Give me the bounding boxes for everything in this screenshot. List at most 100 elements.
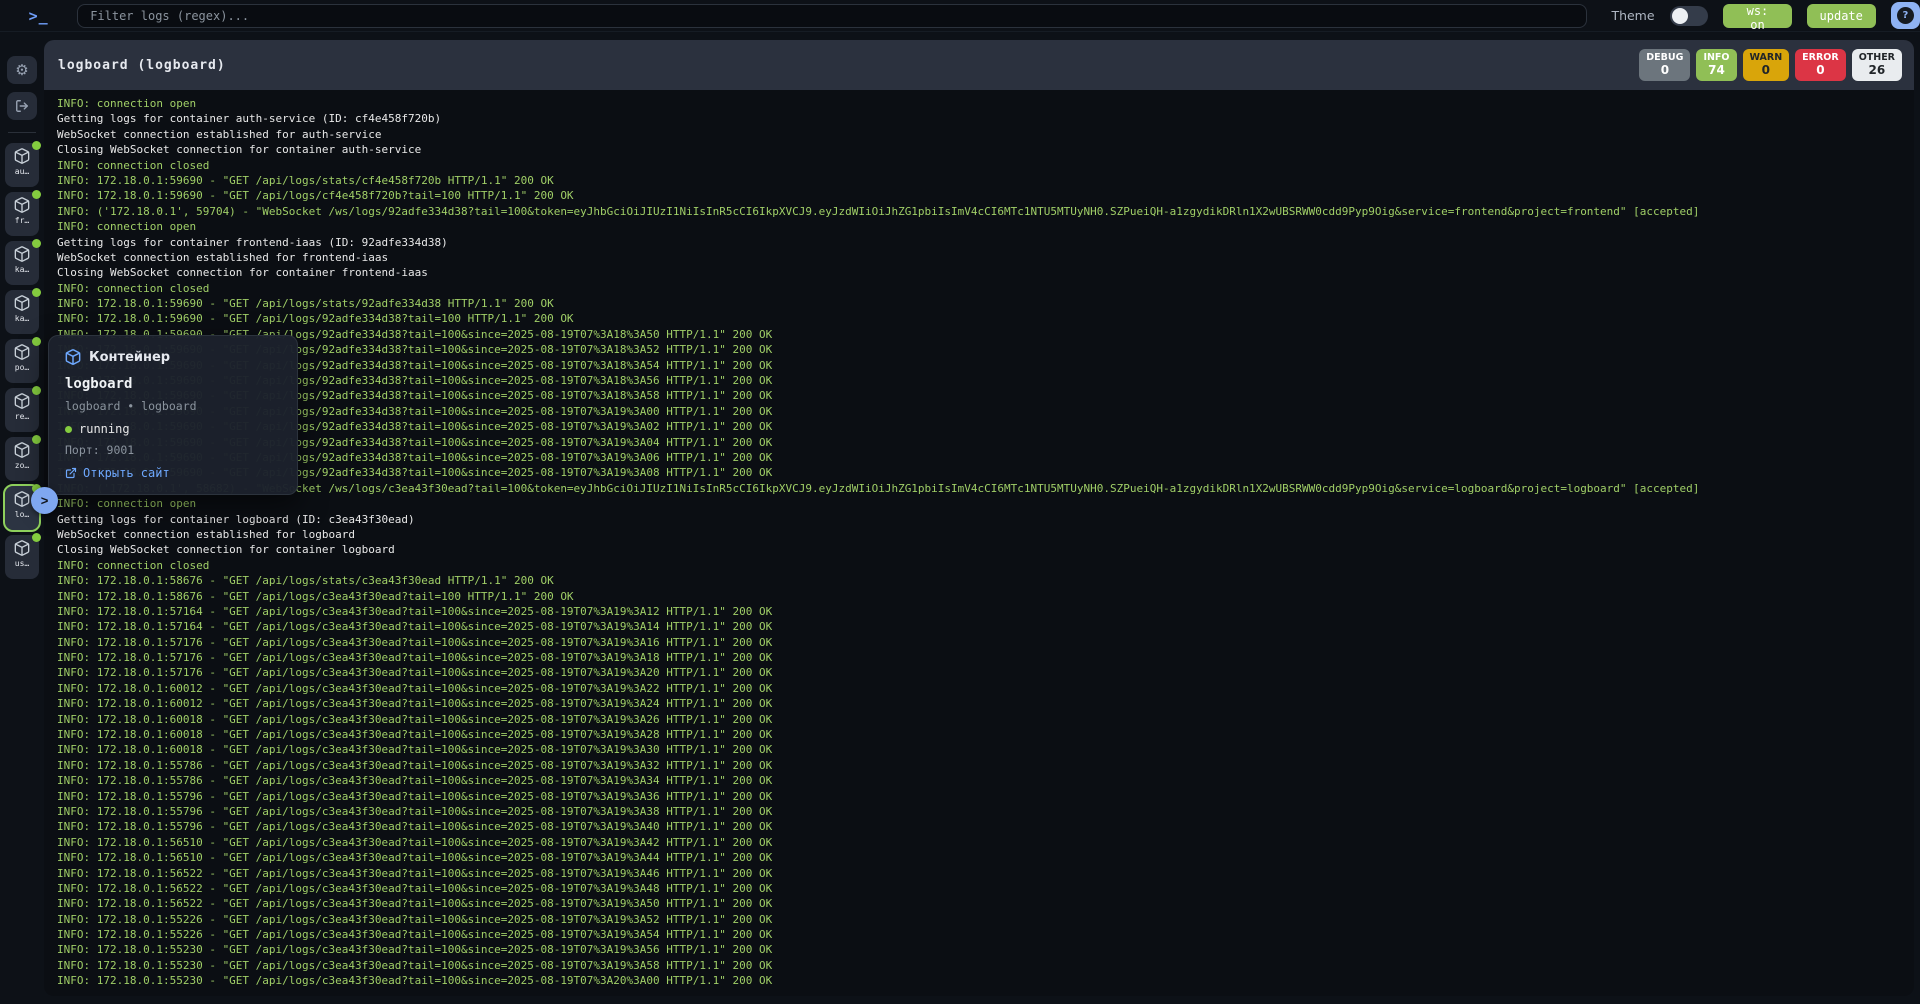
status-dot-icon bbox=[32, 190, 41, 199]
log-line: INFO: 172.18.0.1:59690 - "GET /api/logs/… bbox=[57, 450, 1914, 465]
container-label: re… bbox=[15, 412, 29, 421]
container-cube-icon bbox=[14, 148, 30, 164]
level-badges: DEBUG0INFO74WARN0ERROR0OTHER26 bbox=[1639, 49, 1902, 81]
badge-count: 74 bbox=[1703, 64, 1729, 77]
container-tooltip: Контейнер logboard logboard • logboard r… bbox=[48, 335, 298, 495]
log-line: INFO: 172.18.0.1:55796 - "GET /api/logs/… bbox=[57, 804, 1914, 819]
log-line: INFO: 172.18.0.1:59690 - "GET /api/logs/… bbox=[57, 327, 1914, 342]
toggle-knob bbox=[1672, 8, 1688, 24]
log-line: INFO: 172.18.0.1:60018 - "GET /api/logs/… bbox=[57, 712, 1914, 727]
sidebar-container-1[interactable]: fr… bbox=[5, 192, 39, 236]
log-line: INFO: 172.18.0.1:59690 - "GET /api/logs/… bbox=[57, 465, 1914, 480]
log-line: INFO: connection open bbox=[57, 219, 1914, 234]
log-line: INFO: 172.18.0.1:55796 - "GET /api/logs/… bbox=[57, 819, 1914, 834]
sidebar: ⚙ au…fr…ka…ka…po…re…zo…lo…us… bbox=[0, 32, 44, 1004]
log-line: INFO: 172.18.0.1:59690 - "GET /api/logs/… bbox=[57, 373, 1914, 388]
badge-error: ERROR0 bbox=[1795, 49, 1846, 81]
log-line: INFO: 172.18.0.1:59690 - "GET /api/logs/… bbox=[57, 358, 1914, 373]
container-label: au… bbox=[15, 167, 29, 176]
log-line: WebSocket connection established for log… bbox=[57, 527, 1914, 542]
log-line: INFO: 172.18.0.1:59690 - "GET /api/logs/… bbox=[57, 388, 1914, 403]
log-line: INFO: 172.18.0.1:57164 - "GET /api/logs/… bbox=[57, 619, 1914, 634]
status-dot-icon bbox=[32, 141, 41, 150]
log-line: INFO: 172.18.0.1:55786 - "GET /api/logs/… bbox=[57, 773, 1914, 788]
ws-status-button[interactable]: ws: on bbox=[1723, 4, 1791, 28]
log-line: INFO: 172.18.0.1:59690 - "GET /api/logs/… bbox=[57, 419, 1914, 434]
container-cube-icon bbox=[14, 393, 30, 409]
log-line: INFO: 172.18.0.1:59690 - "GET /api/logs/… bbox=[57, 296, 1914, 311]
external-link-icon bbox=[65, 467, 77, 479]
tooltip-subtitle: logboard • logboard bbox=[65, 399, 281, 413]
panel-title: logboard (logboard) bbox=[58, 58, 226, 73]
container-label: fr… bbox=[15, 216, 29, 225]
sidebar-divider bbox=[8, 132, 36, 133]
badge-count: 0 bbox=[1646, 64, 1683, 77]
log-line: INFO: 172.18.0.1:55230 - "GET /api/logs/… bbox=[57, 942, 1914, 957]
status-dot-icon bbox=[32, 337, 41, 346]
log-line: INFO: 172.18.0.1:59690 - "GET /api/logs/… bbox=[57, 435, 1914, 450]
sidebar-container-3[interactable]: ka… bbox=[5, 290, 39, 334]
container-cube-icon bbox=[14, 442, 30, 458]
log-line: INFO: 172.18.0.1:56522 - "GET /api/logs/… bbox=[57, 881, 1914, 896]
theme-toggle[interactable] bbox=[1670, 6, 1709, 26]
log-line: INFO: 172.18.0.1:59690 - "GET /api/logs/… bbox=[57, 311, 1914, 326]
container-list: au…fr…ka…ka…po…re…zo…lo…us… bbox=[5, 143, 39, 584]
log-line: INFO: connection closed bbox=[57, 158, 1914, 173]
theme-label: Theme bbox=[1611, 8, 1654, 23]
sidebar-container-4[interactable]: po… bbox=[5, 339, 39, 383]
log-line: INFO: 172.18.0.1:57176 - "GET /api/logs/… bbox=[57, 635, 1914, 650]
log-line: INFO: 172.18.0.1:58676 - "GET /api/logs/… bbox=[57, 573, 1914, 588]
badge-info: INFO74 bbox=[1696, 49, 1736, 81]
filter-input[interactable] bbox=[77, 4, 1587, 28]
log-line: INFO: 172.18.0.1:60012 - "GET /api/logs/… bbox=[57, 681, 1914, 696]
status-dot-icon bbox=[32, 533, 41, 542]
sidebar-container-8[interactable]: us… bbox=[5, 535, 39, 579]
log-line: INFO: 172.18.0.1:60018 - "GET /api/logs/… bbox=[57, 727, 1914, 742]
update-button[interactable]: update bbox=[1807, 4, 1876, 28]
sidebar-expand-button[interactable]: > bbox=[31, 487, 58, 514]
log-output[interactable]: INFO: connection openGetting logs for co… bbox=[44, 90, 1914, 996]
log-line: Getting logs for container logboard (ID:… bbox=[57, 512, 1914, 527]
log-line: INFO: 172.18.0.1:59690 - "GET /api/logs/… bbox=[57, 404, 1914, 419]
log-line: INFO: 172.18.0.1:60012 - "GET /api/logs/… bbox=[57, 696, 1914, 711]
sidebar-container-2[interactable]: ka… bbox=[5, 241, 39, 285]
log-line: INFO: 172.18.0.1:56522 - "GET /api/logs/… bbox=[57, 866, 1914, 881]
open-site-link[interactable]: Открыть сайт bbox=[65, 466, 281, 480]
container-cube-icon bbox=[14, 295, 30, 311]
log-line: INFO: 172.18.0.1:56510 - "GET /api/logs/… bbox=[57, 835, 1914, 850]
running-dot-icon bbox=[65, 426, 72, 433]
tooltip-title: Контейнер bbox=[89, 350, 170, 365]
sidebar-container-5[interactable]: re… bbox=[5, 388, 39, 432]
sidebar-container-6[interactable]: zo… bbox=[5, 437, 39, 481]
terminal-prompt-icon: >_ bbox=[0, 7, 77, 25]
log-line: WebSocket connection established for fro… bbox=[57, 250, 1914, 265]
log-line: INFO: 172.18.0.1:57164 - "GET /api/logs/… bbox=[57, 604, 1914, 619]
settings-button[interactable]: ⚙ bbox=[7, 56, 37, 84]
logout-button[interactable] bbox=[7, 92, 37, 120]
badge-count: 0 bbox=[1802, 64, 1839, 77]
log-line: INFO: 172.18.0.1:55226 - "GET /api/logs/… bbox=[57, 927, 1914, 942]
tooltip-header: Контейнер bbox=[65, 349, 281, 365]
logout-icon bbox=[15, 99, 29, 113]
status-dot-icon bbox=[32, 288, 41, 297]
log-line: Getting logs for container frontend-iaas… bbox=[57, 235, 1914, 250]
log-line: INFO: 172.18.0.1:57176 - "GET /api/logs/… bbox=[57, 665, 1914, 680]
help-button[interactable]: ? bbox=[1891, 2, 1920, 29]
log-line: INFO: 172.18.0.1:55796 - "GET /api/logs/… bbox=[57, 789, 1914, 804]
log-line: INFO: 172.18.0.1:55230 - "GET /api/logs/… bbox=[57, 973, 1914, 988]
status-dot-icon bbox=[32, 435, 41, 444]
log-line: INFO: 172.18.0.1:59690 - "GET /api/logs/… bbox=[57, 188, 1914, 203]
panel-header: logboard (logboard) DEBUG0INFO74WARN0ERR… bbox=[44, 40, 1914, 90]
log-line: WebSocket connection established for aut… bbox=[57, 127, 1914, 142]
log-line: Closing WebSocket connection for contain… bbox=[57, 542, 1914, 557]
log-line: INFO: 172.18.0.1:59690 - "GET /api/logs/… bbox=[57, 342, 1914, 357]
badge-count: 26 bbox=[1859, 64, 1895, 77]
sidebar-container-0[interactable]: au… bbox=[5, 143, 39, 187]
log-line: INFO: connection closed bbox=[57, 558, 1914, 573]
log-line: INFO: connection closed bbox=[57, 281, 1914, 296]
gear-icon: ⚙ bbox=[15, 61, 28, 79]
badge-other: OTHER26 bbox=[1852, 49, 1902, 81]
open-site-label: Открыть сайт bbox=[83, 466, 170, 480]
status-dot-icon bbox=[32, 386, 41, 395]
topbar-controls: Theme ws: on update ? bbox=[1611, 2, 1920, 29]
